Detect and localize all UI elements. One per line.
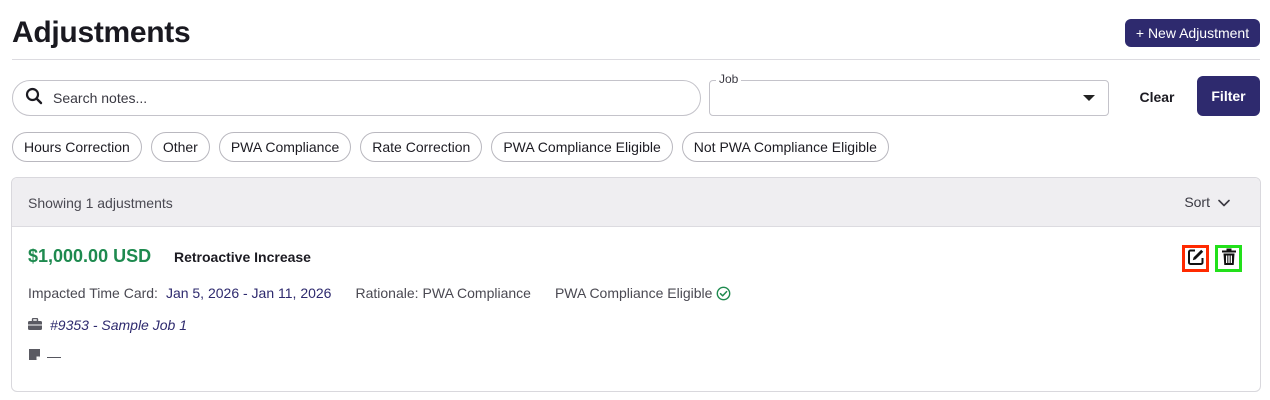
eligibility-status: PWA Compliance Eligible <box>554 285 713 301</box>
page-title: Adjustments <box>12 16 191 49</box>
chip-other[interactable]: Other <box>150 132 210 162</box>
search-field[interactable] <box>12 80 701 116</box>
chevron-down-icon <box>1218 194 1230 210</box>
edit-button[interactable] <box>1182 245 1209 272</box>
impacted-time-card-link[interactable]: Jan 5, 2026 - Jan 11, 2026 <box>166 285 332 301</box>
chip-not-pwa-compliance-eligible[interactable]: Not PWA Compliance Eligible <box>681 132 889 162</box>
sort-label: Sort <box>1184 194 1210 210</box>
chip-pwa-compliance[interactable]: PWA Compliance <box>218 132 352 162</box>
note-row: — <box>28 348 61 364</box>
note-value: — <box>47 348 61 364</box>
search-input[interactable] <box>53 90 653 106</box>
job-select-label: Job <box>716 72 742 86</box>
chip-pwa-compliance-eligible[interactable]: PWA Compliance Eligible <box>491 132 673 162</box>
rationale-value: PWA Compliance <box>422 285 531 301</box>
adjustment-amount: $1,000.00 USD <box>28 246 152 266</box>
impacted-label: Impacted Time Card: <box>28 285 158 301</box>
job-row: #9353 - Sample Job 1 <box>28 317 187 333</box>
category-chips: Hours Correction Other PWA Compliance Ra… <box>12 132 889 162</box>
adjustment-meta: Impacted Time Card: Jan 5, 2026 - Jan 11… <box>28 285 731 301</box>
edit-icon <box>1187 248 1205 269</box>
chip-rate-correction[interactable]: Rate Correction <box>360 132 483 162</box>
adjustment-card: $1,000.00 USD Retroactive Increase Impac… <box>12 227 1260 391</box>
chip-hours-correction[interactable]: Hours Correction <box>12 132 142 162</box>
new-adjustment-button[interactable]: + New Adjustment <box>1125 19 1260 47</box>
caret-down-icon[interactable] <box>1083 95 1095 101</box>
sort-button[interactable]: Sort <box>1184 194 1230 210</box>
adjustment-reason: Retroactive Increase <box>174 249 311 265</box>
results-count: Showing 1 adjustments <box>28 195 173 211</box>
title-divider <box>12 59 1260 60</box>
results-header: Showing 1 adjustments Sort <box>12 178 1260 227</box>
briefcase-icon <box>28 317 42 333</box>
filter-button[interactable]: Filter <box>1197 76 1260 116</box>
check-circle-icon <box>716 286 731 301</box>
job-link[interactable]: #9353 - Sample Job 1 <box>50 317 187 333</box>
job-select[interactable]: Job <box>709 72 1109 116</box>
trash-icon <box>1221 248 1237 269</box>
search-icon <box>25 87 43 110</box>
results-panel: Showing 1 adjustments Sort $1,000.00 USD… <box>11 177 1261 392</box>
delete-button[interactable] <box>1215 245 1242 272</box>
clear-button[interactable]: Clear <box>1126 81 1188 113</box>
note-icon <box>28 348 41 364</box>
rationale-label: Rationale: <box>355 285 419 301</box>
